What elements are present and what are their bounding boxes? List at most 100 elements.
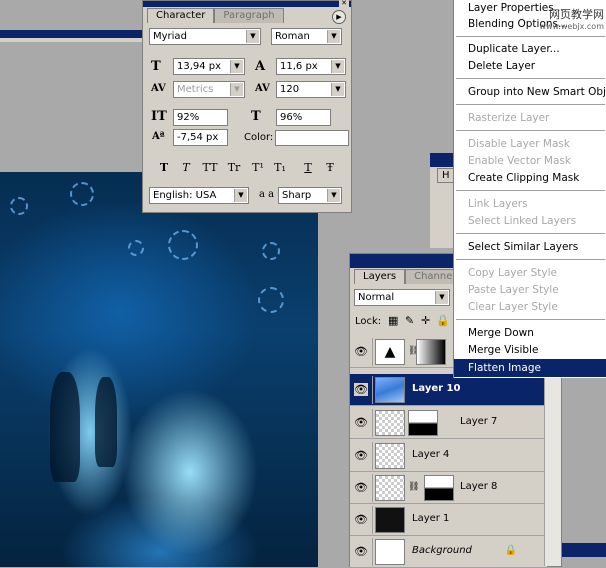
lock-label: Lock: [355,316,382,327]
layer-mask-thumbnail[interactable] [424,475,454,501]
antialias-select[interactable]: Sharp ▼ [278,187,342,204]
layer-thumbnail [375,507,405,533]
row-divider [372,474,373,502]
menu-item-merge-visible[interactable]: Merge Visible [454,342,606,358]
font-family-value: Myriad [153,31,187,42]
menu-item-select-similar-layers[interactable]: Select Similar Layers [454,239,606,255]
layer-thumbnail [375,475,405,501]
document-canvas[interactable] [0,172,318,567]
character-panel-titlebar[interactable] [143,1,351,7]
tab-paragraph[interactable]: Paragraph [214,8,284,23]
horizontal-scale-field[interactable]: 96% [276,109,331,126]
eye-icon[interactable]: 👁 [354,383,368,396]
adjustment-thumbnail: ▲ [375,339,405,365]
font-family-select[interactable]: Myriad ▼ [149,28,261,45]
eye-icon[interactable]: 👁 [354,513,368,526]
menu-item-merge-down[interactable]: Merge Down [454,325,606,341]
watermark-url: www.webjx.com [539,22,604,31]
blend-mode-select[interactable]: Normal ▼ [354,289,450,306]
leading-field[interactable]: 11,6 px ▼ [276,58,346,75]
tab-history[interactable]: H [437,168,455,183]
row-divider [372,442,373,470]
layer-row-layer-4[interactable]: 👁 Layer 4 [350,440,547,472]
eye-icon[interactable]: 👁 [354,449,368,462]
layer-mask-thumbnail[interactable] [408,410,438,436]
leading-icon: A [255,59,266,74]
tab-character[interactable]: Character [147,8,215,23]
chevron-down-icon: ▼ [230,60,243,73]
eye-icon[interactable]: 👁 [354,345,368,358]
tracking-field[interactable]: 120 ▼ [276,81,346,98]
font-size-field[interactable]: 13,94 px ▼ [173,58,245,75]
leading-value: 11,6 px [280,61,318,72]
layer-name: Layer 8 [460,481,498,492]
background-window-titlebar [562,543,606,557]
tab-layers[interactable]: Layers [354,269,406,284]
vertical-scale-field[interactable]: 92% [173,109,228,126]
superscript-button[interactable]: T¹ [249,161,267,174]
lock-transparent-icon[interactable]: ▦ [388,314,398,327]
strikethrough-button[interactable]: Ŧ [321,161,339,174]
kerning-field[interactable]: Metrics ▼ [173,81,245,98]
menu-separator [456,78,605,79]
menu-item-duplicate-layer[interactable]: Duplicate Layer... [454,41,606,57]
faux-bold-button[interactable]: T [155,161,173,174]
blend-mode-value: Normal [358,292,395,303]
layer-row-background[interactable]: 👁 Background 🔒 [350,536,547,568]
character-panel-tabs: Character Paragraph [147,8,284,23]
chevron-down-icon: ▼ [230,83,243,96]
menu-item-clear-layer-style[interactable]: Clear Layer Style [454,299,606,315]
all-caps-button[interactable]: TT [201,161,219,174]
eye-icon[interactable]: 👁 [354,545,368,558]
menu-item-disable-layer-mask[interactable]: Disable Layer Mask [454,136,606,152]
baseline-shift-value: -7,54 px [177,132,219,143]
eye-icon[interactable]: 👁 [354,481,368,494]
close-icon[interactable]: ✕ [339,0,349,7]
chevron-down-icon: ▼ [246,30,259,43]
watermark: 网页教学网 www.webjx.com [520,6,604,31]
eye-icon[interactable]: 👁 [354,416,368,429]
lock-image-icon[interactable]: ✎ [405,314,414,327]
language-select[interactable]: English: USA ▼ [149,187,249,204]
layer-thumbnail [375,539,405,565]
canvas-swirl [262,242,280,260]
menu-separator [456,233,605,234]
layer-name: Layer 10 [412,383,461,394]
canvas-swirl [70,182,94,206]
menu-item-rasterize-layer[interactable]: Rasterize Layer [454,110,606,126]
small-caps-button[interactable]: Tr [225,161,243,174]
row-divider [372,409,373,437]
layer-row-layer-8[interactable]: 👁 ⛓ Layer 8 [350,472,547,504]
menu-item-enable-vector-mask[interactable]: Enable Vector Mask [454,153,606,169]
menu-item-copy-layer-style[interactable]: Copy Layer Style [454,265,606,281]
lock-all-icon[interactable]: 🔒 [436,314,450,327]
baseline-shift-field[interactable]: -7,54 px [173,129,228,146]
menu-separator [456,130,605,131]
lock-position-icon[interactable]: ✛ [421,314,430,327]
underline-button[interactable]: T [299,161,317,174]
color-swatch[interactable] [275,130,349,146]
menu-item-delete-layer[interactable]: Delete Layer [454,58,606,74]
layer-thumbnail [375,377,405,403]
menu-item-flatten-image[interactable]: Flatten Image [454,359,606,377]
lock-icon: 🔒 [504,545,517,556]
menu-separator [456,259,605,260]
layer-row-layer-7[interactable]: 👁 Layer 7 [350,407,547,439]
chevron-down-icon: ▼ [234,189,247,202]
vertical-scale-value: 92% [177,112,200,123]
panel-menu-icon[interactable]: ▶ [332,10,346,24]
menu-item-paste-layer-style[interactable]: Paste Layer Style [454,282,606,298]
menu-item-create-clipping-mask[interactable]: Create Clipping Mask [454,170,606,186]
layer-mask-thumbnail[interactable] [416,339,446,365]
font-style-select[interactable]: Roman ▼ [271,28,342,45]
subscript-button[interactable]: T₁ [271,161,289,174]
faux-italic-button[interactable]: T [177,161,195,174]
menu-item-link-layers[interactable]: Link Layers [454,196,606,212]
layer-row-layer-1[interactable]: 👁 Layer 1 [350,504,547,536]
menu-separator [456,319,605,320]
canvas-figure [95,377,117,467]
menu-item-select-linked-layers[interactable]: Select Linked Layers [454,213,606,229]
layer-thumbnail [375,410,405,436]
layer-row-layer-10[interactable]: 👁 Layer 10 [350,374,547,406]
menu-item-group-smart-object[interactable]: Group into New Smart Object [454,84,606,100]
